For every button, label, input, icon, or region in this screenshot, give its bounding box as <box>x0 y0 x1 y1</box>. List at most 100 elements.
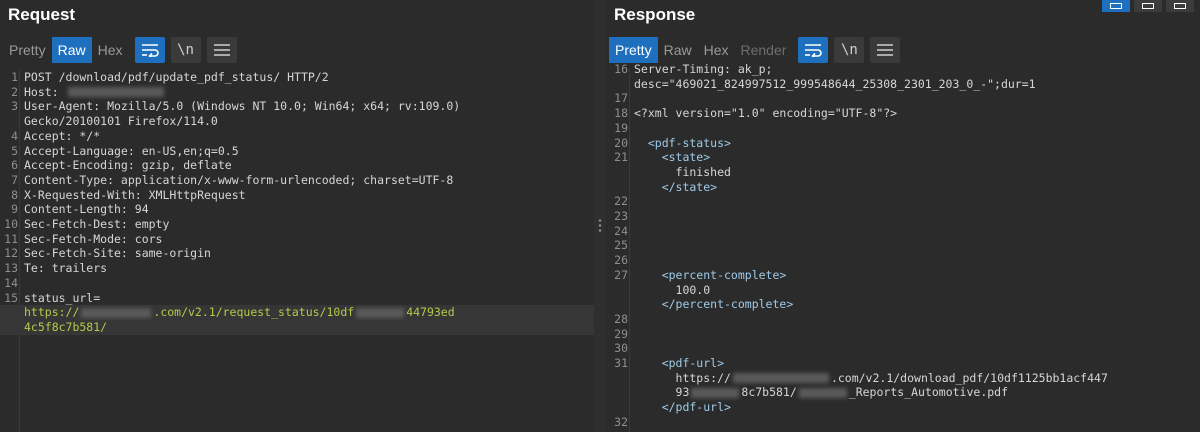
line-number: 15 <box>4 290 18 305</box>
line-number: 3 <box>11 99 18 114</box>
request-editor[interactable]: 1 POST /download/pdf/update_pdf_status/ H… <box>0 68 594 432</box>
request-line: 5 Accept-Language: en-US,en;q=0.5 <box>0 144 594 159</box>
request-line: 15 status_url= <box>0 291 594 306</box>
response-line: 31 <pdf-url> <box>606 356 1200 371</box>
redacted-blur <box>691 387 740 398</box>
request-tab-raw[interactable]: Raw <box>51 37 92 63</box>
response-line: 17 <box>606 91 1200 106</box>
url-segment: 93 <box>634 385 690 400</box>
line-number <box>606 180 630 195</box>
request-title: Request <box>8 5 76 24</box>
url-segment: .com/v2.1/request_status/10df <box>153 305 355 320</box>
line-content: Sec-Fetch-Site: same-origin <box>24 246 211 261</box>
line-content <box>630 341 634 356</box>
line-number: 32 <box>614 414 628 429</box>
line-number <box>606 371 630 386</box>
request-newline-button[interactable]: \n <box>170 37 201 63</box>
line-number: 21 <box>614 150 628 165</box>
layout-tabs-button[interactable] <box>1166 0 1194 12</box>
response-line: 19 <box>606 121 1200 136</box>
response-line: </percent-complete> <box>606 297 1200 312</box>
request-line: 10 Sec-Fetch-Dest: empty <box>0 217 594 232</box>
line-content: https:// .com/v2.1/request_status/10df 447… <box>20 305 455 320</box>
line-number <box>606 283 630 298</box>
url-segment: 44793ed <box>406 305 455 320</box>
line-content: Content-Type: application/x-www-form-url… <box>24 172 454 187</box>
response-editor[interactable]: 16 Server-Timing: ak_p; desc="469021_82499… <box>606 62 1200 432</box>
line-content: Accept-Language: en-US,en;q=0.5 <box>24 143 239 158</box>
request-line: 13 Te: trailers <box>0 261 594 276</box>
response-code: 16 Server-Timing: ak_p; desc="469021_82499… <box>606 62 1200 430</box>
response-line: 25 <box>606 238 1200 253</box>
response-line: 29 <box>606 327 1200 342</box>
redacted-blur <box>67 87 164 98</box>
line-number: 28 <box>614 311 628 326</box>
line-number: 18 <box>614 106 628 121</box>
response-pdf-url-line: https:// .com/v2.1/download_pdf/10df1125b… <box>606 371 1200 386</box>
response-line: 18 <?xml version="1.0" encoding="UTF-8"?> <box>606 106 1200 121</box>
request-url-line: https:// .com/v2.1/request_status/10df 447… <box>0 305 594 320</box>
response-line: </pdf-url> <box>606 400 1200 415</box>
line-content: <percent-complete> <box>634 267 787 282</box>
line-number: 19 <box>614 120 628 135</box>
response-tabbar: Pretty Raw Hex Render \n <box>609 37 901 63</box>
line-number: 22 <box>614 194 628 209</box>
response-menu-button[interactable] <box>870 37 901 63</box>
line-content: Accept: */* <box>24 128 101 143</box>
line-content: </pdf-url> <box>634 400 731 415</box>
line-number: 6 <box>11 158 18 173</box>
line-content <box>630 121 634 136</box>
newline-icon: \n <box>840 42 858 58</box>
line-content <box>630 415 634 430</box>
line-number: 29 <box>614 326 628 341</box>
response-tab-hex[interactable]: Hex <box>698 37 735 63</box>
line-content <box>630 238 634 253</box>
response-line: 27 <percent-complete> <box>606 268 1200 283</box>
request-line: 9 Content-Length: 94 <box>0 202 594 217</box>
line-content: POST /download/pdf/update_pdf_status/ HT… <box>24 70 329 84</box>
layout-stacked-button[interactable] <box>1134 0 1162 12</box>
line-content: <pdf-status> <box>634 135 731 150</box>
line-content: Content-Length: 94 <box>24 202 149 217</box>
line-content: </state> <box>634 179 718 194</box>
response-line: 100.0 <box>606 283 1200 298</box>
response-tab-raw[interactable]: Raw <box>658 37 698 63</box>
line-number <box>606 297 630 312</box>
line-content: <state> <box>634 150 711 165</box>
response-wrap-lines-button[interactable] <box>798 37 829 63</box>
request-menu-button[interactable] <box>206 37 237 63</box>
request-tab-hex[interactable]: Hex <box>92 37 129 63</box>
tabs-icon <box>1174 3 1186 9</box>
request-wrap-lines-button[interactable] <box>134 37 165 63</box>
line-content <box>630 312 634 327</box>
request-line: 14 <box>0 276 594 291</box>
line-content <box>630 253 634 268</box>
hamburger-menu-icon <box>213 44 230 56</box>
line-number: 13 <box>4 261 18 276</box>
request-line: Gecko/20100101 Firefox/114.0 <box>0 114 594 129</box>
line-content: Sec-Fetch-Mode: cors <box>24 231 163 246</box>
response-title: Response <box>614 5 696 24</box>
line-content: Gecko/20100101 Firefox/114.0 <box>24 114 218 129</box>
layout-toggles <box>1102 0 1194 12</box>
request-line: 2 Host: <box>0 85 594 100</box>
layout-side-by-side-button[interactable] <box>1102 0 1130 12</box>
line-number: 20 <box>614 135 628 150</box>
line-number <box>0 320 20 335</box>
redacted-blur <box>798 387 847 398</box>
line-number <box>606 400 630 415</box>
response-line: 24 <box>606 224 1200 239</box>
response-line: 30 <box>606 341 1200 356</box>
response-tab-pretty[interactable]: Pretty <box>609 37 658 63</box>
request-panel: Request Pretty Raw Hex \n 1 POST /downloa… <box>0 0 594 432</box>
line-content: Te: trailers <box>24 261 108 276</box>
splitter-grip-icon[interactable] <box>598 218 602 234</box>
line-content <box>630 209 634 224</box>
request-tab-pretty[interactable]: Pretty <box>3 37 52 63</box>
line-content: 93 8c7b581/ _Reports_Automotive.pdf <box>630 385 1009 400</box>
panel-splitter[interactable] <box>594 0 606 432</box>
url-segment: https:// <box>24 305 80 320</box>
response-line: finished <box>606 165 1200 180</box>
response-newline-button[interactable]: \n <box>834 37 865 63</box>
request-url-line: 4c5f8c7b581/ <box>0 319 594 335</box>
